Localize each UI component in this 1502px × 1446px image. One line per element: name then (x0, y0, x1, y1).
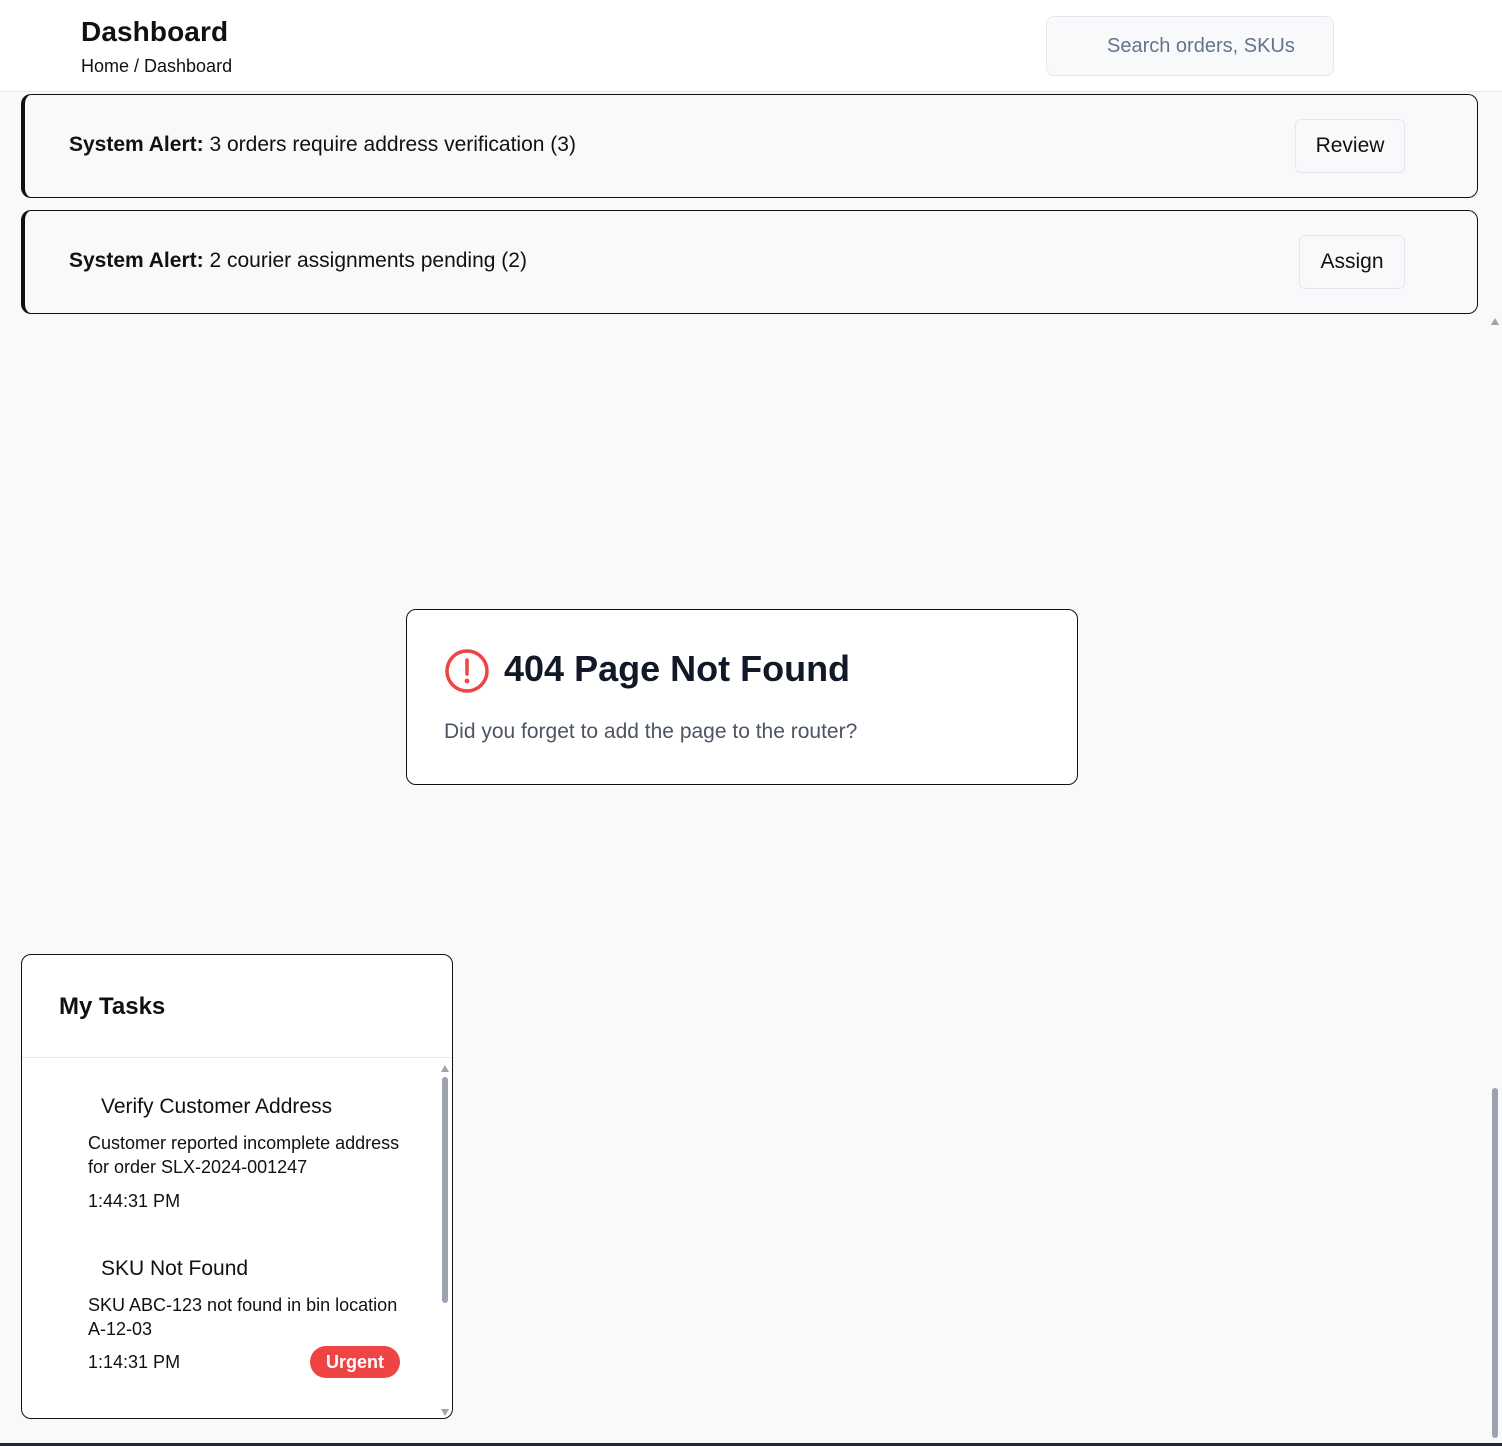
tasks-scrollbar[interactable] (438, 1059, 452, 1418)
review-button[interactable]: Review (1295, 119, 1405, 173)
my-tasks-panel: My Tasks Verify Customer Address Custome… (21, 954, 453, 1419)
app-root: Dashboard Home / Dashboard System Alert:… (0, 0, 1502, 1446)
system-alert-courier-assignments: System Alert: 2 courier assignments pend… (21, 210, 1478, 314)
urgent-badge: Urgent (310, 1346, 400, 1378)
not-found-card: 404 Page Not Found Did you forget to add… (406, 609, 1078, 785)
alert-text: System Alert: 2 courier assignments pend… (69, 249, 527, 273)
task-description: Customer reported incomplete address for… (88, 1133, 400, 1177)
scroll-down-arrow-icon[interactable] (441, 1409, 449, 1416)
page-scrollbar[interactable] (1488, 314, 1502, 1446)
scrollbar-thumb[interactable] (1492, 1088, 1498, 1438)
task-description: SKU ABC-123 not found in bin location A-… (88, 1295, 398, 1339)
task-time: 1:44:31 PM (88, 1191, 181, 1211)
alert-message: 3 orders require address verification (3… (209, 133, 576, 156)
tasks-title: My Tasks (59, 993, 166, 1020)
alert-message: 2 courier assignments pending (2) (209, 249, 527, 272)
error-message: Did you forget to add the page to the ro… (444, 720, 858, 743)
alert-prefix: System Alert: (69, 133, 204, 156)
task-title: Verify Customer Address (101, 1095, 333, 1118)
breadcrumb: Home / Dashboard (81, 56, 233, 76)
scroll-up-arrow-icon[interactable] (1491, 318, 1499, 325)
scrollbar-thumb[interactable] (442, 1077, 448, 1303)
page-header: Dashboard Home / Dashboard (0, 0, 1502, 92)
scroll-up-arrow-icon[interactable] (441, 1065, 449, 1072)
system-alert-address-verification: System Alert: 3 orders require address v… (21, 94, 1478, 198)
alert-circle-icon (445, 649, 489, 693)
alert-text: System Alert: 3 orders require address v… (69, 133, 576, 157)
search-input[interactable] (1046, 16, 1334, 76)
task-title: SKU Not Found (101, 1257, 249, 1280)
error-title: 404 Page Not Found (504, 648, 851, 689)
tasks-header: My Tasks (22, 955, 452, 1058)
page-title: Dashboard (81, 16, 229, 47)
task-time: 1:14:31 PM (88, 1352, 181, 1372)
assign-button[interactable]: Assign (1299, 235, 1405, 289)
alert-prefix: System Alert: (69, 249, 204, 272)
